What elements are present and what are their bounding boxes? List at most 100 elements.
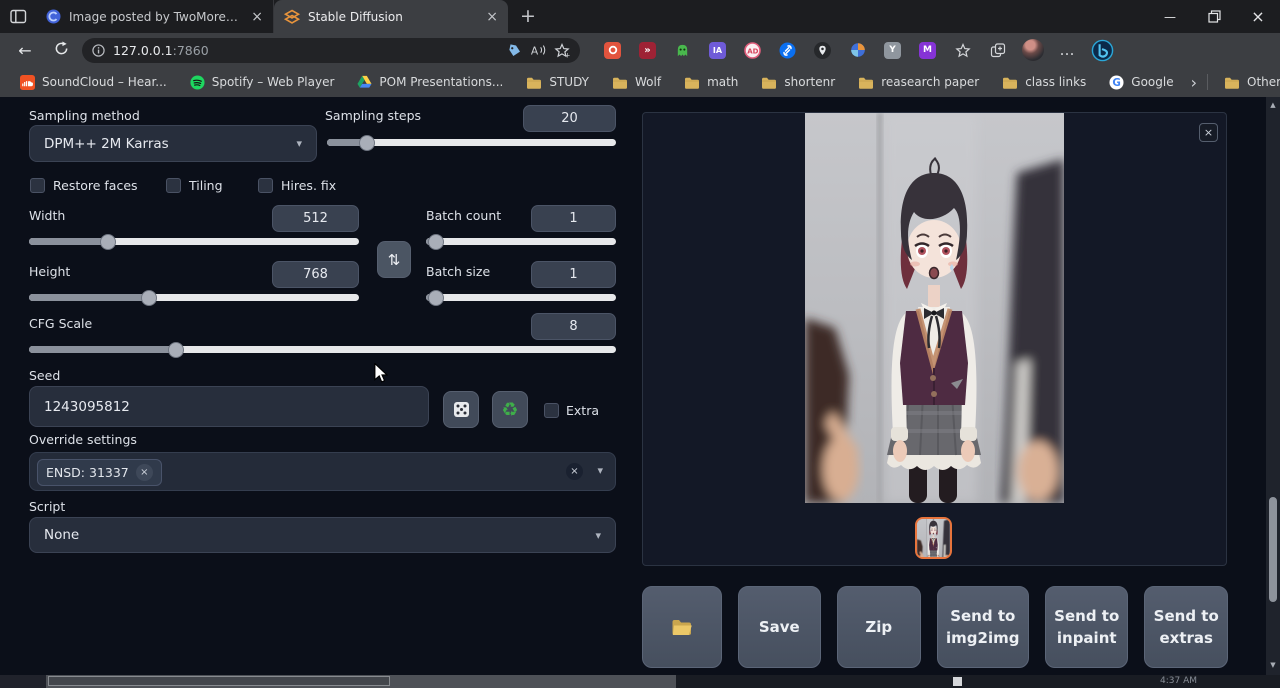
sampling-method-dropdown[interactable]: DPM++ 2M Karras ▾ (29, 125, 317, 162)
bookmark-folder-wolf[interactable]: Wolf (606, 73, 667, 91)
collections-button[interactable] (985, 38, 1010, 63)
chevron-down-icon[interactable]: ▾ (597, 464, 603, 477)
bing-chat-button[interactable] (1090, 38, 1115, 63)
screen: Image posted by TwoMoreTimes × Stable Di… (0, 0, 1280, 688)
globe-extension-icon[interactable] (845, 38, 870, 63)
height-slider[interactable] (29, 294, 359, 301)
width-input[interactable]: 512 (272, 205, 359, 232)
tiling-checkbox[interactable] (166, 178, 181, 193)
bookmark-soundcloud[interactable]: SoundCloud – Hear... (14, 73, 173, 92)
bookmark-folder-study[interactable]: STUDY (520, 73, 595, 91)
bookmark-folder-math[interactable]: math (678, 73, 744, 91)
bing-icon (1091, 39, 1114, 62)
reuse-seed-button[interactable]: ♻ (492, 391, 528, 428)
width-slider[interactable] (29, 238, 359, 245)
slider-handle[interactable] (428, 290, 444, 306)
tab-stable-diffusion[interactable]: Stable Diffusion × (274, 0, 508, 33)
url-text[interactable]: 127.0.0.1:7860 (113, 43, 499, 58)
bookmark-google[interactable]: G Google (1103, 73, 1179, 92)
scroll-down-icon[interactable]: ▼ (1266, 661, 1280, 669)
thumbnail-image (917, 519, 950, 557)
slider-handle[interactable] (141, 290, 157, 306)
remove-chip-icon[interactable]: × (136, 464, 153, 481)
close-gallery-button[interactable]: × (1199, 123, 1218, 142)
monica-extension-icon[interactable]: M (915, 38, 940, 63)
site-info-icon[interactable] (92, 44, 105, 57)
hires-fix-checkbox[interactable] (258, 178, 273, 193)
vertical-scrollbar[interactable]: ▲ ▼ (1266, 97, 1280, 675)
random-seed-button[interactable] (443, 391, 479, 428)
restore-faces-checkbox[interactable] (30, 178, 45, 193)
save-button[interactable]: Save (738, 586, 822, 668)
slider-handle[interactable] (359, 135, 375, 151)
bookmark-folder-classlinks[interactable]: class links (996, 73, 1092, 91)
tab-close-icon[interactable]: × (486, 10, 498, 24)
bookmark-pom[interactable]: POM Presentations... (351, 73, 509, 91)
height-input[interactable]: 768 (272, 261, 359, 288)
more-menu-button[interactable]: … (1055, 38, 1080, 63)
clear-all-icon[interactable]: × (566, 463, 583, 480)
bookmark-folder-research[interactable]: reasearch paper (852, 73, 985, 91)
bookmark-label: math (707, 75, 738, 89)
new-tab-button[interactable]: + (508, 7, 548, 26)
collections-tag-icon[interactable] (507, 43, 522, 58)
tab-image-posted[interactable]: Image posted by TwoMoreTimes × (36, 0, 274, 33)
profile-avatar[interactable] (1020, 38, 1045, 63)
restore-button[interactable] (1192, 0, 1236, 33)
horizontal-scrollbar-thumb[interactable] (48, 676, 390, 686)
address-bar[interactable]: 127.0.0.1:7860 A + (82, 38, 580, 63)
y-extension-icon[interactable]: Y (880, 38, 905, 63)
send-to-extras-button[interactable]: Send to extras (1144, 586, 1228, 668)
tab-actions-button[interactable] (0, 9, 36, 24)
batch-count-slider[interactable] (426, 238, 616, 245)
bookmark-label: shortenr (784, 75, 835, 89)
other-favorites-folder[interactable]: Other favorites (1218, 73, 1280, 91)
batch-size-input[interactable]: 1 (531, 261, 616, 288)
favorites-button[interactable] (950, 38, 975, 63)
open-folder-button[interactable] (642, 586, 722, 668)
shazam-extension-icon[interactable] (775, 38, 800, 63)
cfg-scale-input[interactable]: 8 (531, 313, 616, 340)
batch-size-slider[interactable] (426, 294, 616, 301)
seed-input[interactable]: 1243095812 (29, 386, 429, 427)
send-to-inpaint-button[interactable]: Send to inpaint (1045, 586, 1129, 668)
gallery-thumbnail-selected[interactable] (915, 517, 952, 559)
override-settings-field[interactable]: ENSD: 31337 × × ▾ (29, 452, 616, 491)
sampling-steps-input[interactable]: 20 (523, 105, 616, 132)
scroll-up-icon[interactable]: ▲ (1266, 101, 1280, 109)
sampling-steps-slider[interactable] (327, 139, 616, 146)
close-window-button[interactable]: × (1236, 0, 1280, 33)
bookmark-spotify[interactable]: Spotify – Web Player (184, 73, 341, 92)
add-favorite-star-icon[interactable]: + (554, 43, 570, 58)
bookmarks-overflow-chevron[interactable]: › (1191, 73, 1197, 92)
green-monster-extension-icon[interactable] (670, 38, 695, 63)
scrollbar-thumb[interactable] (1269, 497, 1277, 602)
chevron-down-icon: ▾ (296, 137, 302, 150)
minimize-button[interactable]: — (1148, 0, 1192, 33)
location-pin-extension-icon[interactable] (810, 38, 835, 63)
zip-button[interactable]: Zip (837, 586, 921, 668)
swap-dimensions-button[interactable]: ⇅ (377, 241, 411, 278)
slider-handle[interactable] (428, 234, 444, 250)
bookmark-folder-shortenr[interactable]: shortenr (755, 73, 841, 91)
batch-count-input[interactable]: 1 (531, 205, 616, 232)
cfg-scale-slider[interactable] (29, 346, 616, 353)
video-speed-extension-icon[interactable]: » (635, 38, 660, 63)
horizontal-scrollbar[interactable]: 4:37 AM (0, 675, 1280, 688)
send-to-img2img-button[interactable]: Send to img2img (937, 586, 1029, 668)
back-button[interactable]: ← (10, 41, 40, 60)
tab-close-icon[interactable]: × (251, 10, 263, 24)
o-extension-icon[interactable] (600, 38, 625, 63)
reload-button[interactable] (46, 41, 76, 60)
slider-handle[interactable] (100, 234, 116, 250)
generated-image[interactable] (805, 113, 1064, 503)
override-settings-label: Override settings (29, 432, 137, 447)
script-dropdown[interactable]: None ▾ (29, 517, 616, 553)
read-aloud-icon[interactable]: A (530, 43, 546, 57)
vertical-tabs-icon (10, 9, 27, 24)
adblock-extension-icon[interactable]: AD (740, 38, 765, 63)
slider-handle[interactable] (168, 342, 184, 358)
batch-count-label: Batch count (426, 208, 501, 223)
ia-extension-icon[interactable]: IA (705, 38, 730, 63)
extra-seed-checkbox[interactable] (544, 403, 559, 418)
